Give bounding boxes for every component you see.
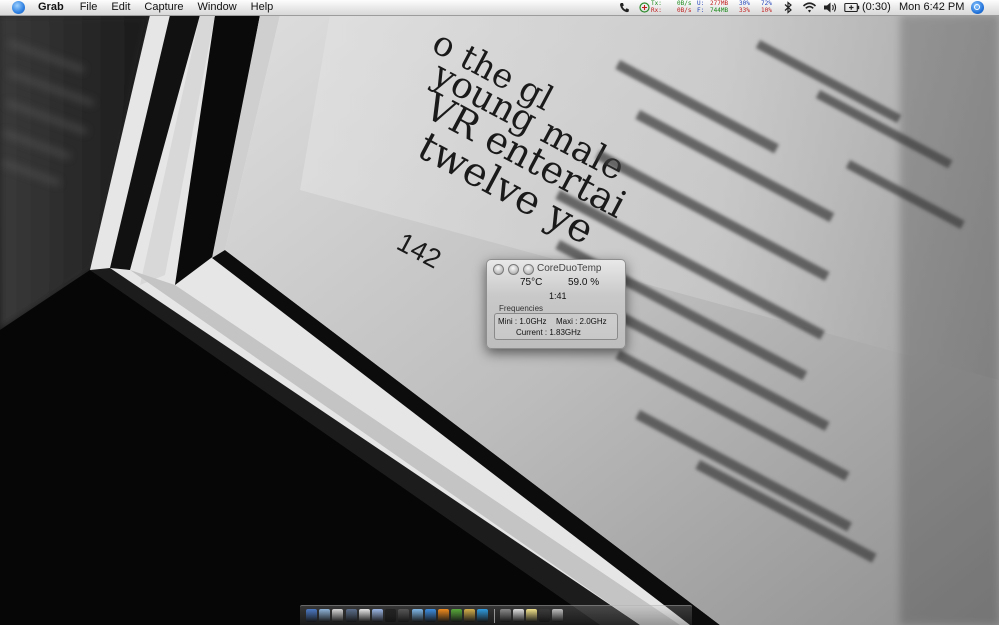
cpu1-value-a: 30% <box>739 0 750 7</box>
net-tx-value: 0B/s <box>677 0 692 7</box>
dock-item-trash-icon[interactable] <box>552 609 564 622</box>
spotlight-icon[interactable] <box>971 1 984 14</box>
dock-item-safari-icon[interactable] <box>424 609 436 622</box>
menu-help[interactable]: Help <box>251 1 274 14</box>
dock-item-skype-icon[interactable] <box>477 609 489 622</box>
dock-item-adium-icon[interactable] <box>451 609 463 622</box>
dock-item-ichat-icon[interactable] <box>411 609 423 622</box>
menu-app-name[interactable]: Grab <box>38 1 64 14</box>
network-icon[interactable] <box>639 2 650 13</box>
dock-item-textedit-icon[interactable] <box>512 609 524 622</box>
menu-edit[interactable]: Edit <box>111 1 130 14</box>
phone-icon[interactable] <box>619 2 629 13</box>
dock-item-calculator-icon[interactable] <box>499 609 511 622</box>
menu-window[interactable]: Window <box>198 1 237 14</box>
dock-item-terminal-icon[interactable] <box>385 609 397 622</box>
dock-separator <box>493 609 495 623</box>
mem-used-value: 277MB <box>710 0 729 7</box>
net-rx-label: Rx: <box>651 7 662 14</box>
dock-item-network-icon[interactable] <box>332 609 344 622</box>
menu-capture[interactable]: Capture <box>144 1 183 14</box>
window-controls <box>493 264 538 275</box>
dock-item-console-icon[interactable] <box>398 609 410 622</box>
mem-used-label: U: <box>697 0 705 7</box>
window-title: CoreDuoTemp <box>537 263 602 274</box>
battery-icon[interactable] <box>844 2 860 13</box>
battery-time: (0:30) <box>862 1 891 13</box>
close-button[interactable] <box>493 264 504 275</box>
wifi-icon[interactable] <box>802 1 817 14</box>
cpu2-value-a: 72% <box>761 0 772 7</box>
bluetooth-icon[interactable] <box>783 1 793 14</box>
dock-item-activity-monitor-icon[interactable] <box>539 609 551 622</box>
dock-item-itunes-icon[interactable] <box>371 609 383 622</box>
current-frequency: Current : 1.83GHz <box>516 328 581 337</box>
menu-clock[interactable]: Mon 6:42 PM <box>899 0 964 15</box>
zoom-button[interactable] <box>523 264 534 275</box>
min-frequency: Mini : 1.0GHz <box>498 317 547 326</box>
frequencies-label: Frequencies <box>499 304 544 313</box>
menu-left: Grab File Edit Capture Window Help <box>38 1 287 14</box>
coreduotemp-window[interactable]: CoreDuoTemp 75°C 59.0 % 1:41 Frequencies… <box>486 259 626 349</box>
uptime-value: 1:41 <box>549 291 567 301</box>
dock-item-preview-icon[interactable] <box>464 609 476 622</box>
max-frequency: Maxi : 2.0GHz <box>556 317 607 326</box>
temperature-value: 75°C <box>520 277 543 288</box>
menu-file[interactable]: File <box>80 1 98 14</box>
apple-icon[interactable] <box>12 1 25 14</box>
dock-item-apps-icon[interactable] <box>319 609 331 622</box>
cpu2-value-b: 10% <box>761 7 772 14</box>
menu-bar: Grab File Edit Capture Window Help Tx: R… <box>0 0 999 16</box>
dock-items <box>306 609 566 623</box>
dock-item-finder-icon[interactable] <box>306 609 317 622</box>
volume-icon[interactable] <box>823 1 838 14</box>
frequencies-box: Mini : 1.0GHz Maxi : 2.0GHz Current : 1.… <box>494 313 618 340</box>
dock-item-ical-icon[interactable] <box>358 609 370 622</box>
dock <box>300 605 692 625</box>
dock-item-mail-icon[interactable] <box>345 609 357 622</box>
mem-free-label: F: <box>697 7 705 14</box>
cpu-usage-value: 59.0 % <box>568 277 600 288</box>
mem-free-value: 744MB <box>710 7 729 14</box>
minimize-button[interactable] <box>508 264 519 275</box>
net-tx-label: Tx: <box>651 0 662 7</box>
cpu1-value-b: 33% <box>739 7 750 14</box>
net-rx-value: 0B/s <box>677 7 692 14</box>
dock-item-stickies-icon[interactable] <box>526 609 537 622</box>
dock-item-vlc-icon[interactable] <box>437 609 449 622</box>
